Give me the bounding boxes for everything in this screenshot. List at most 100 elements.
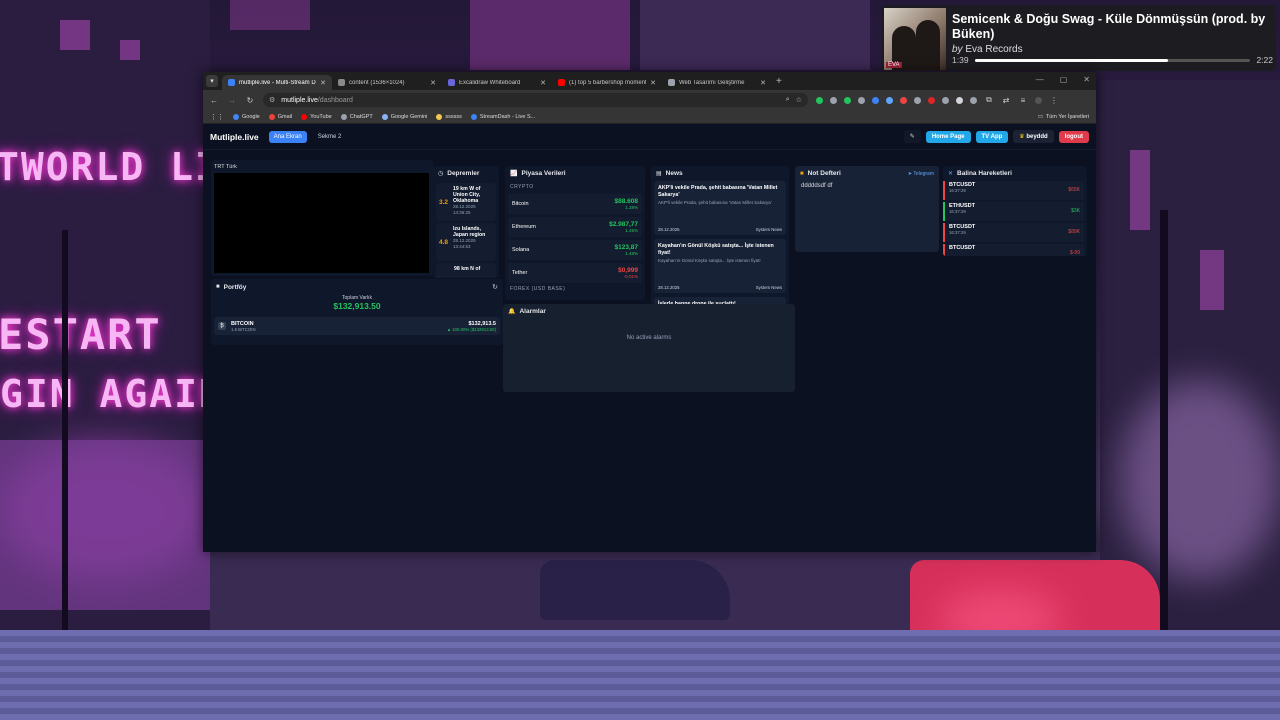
- edit-icon[interactable]: ✎: [903, 130, 921, 143]
- extensions-puzzle-icon[interactable]: ⧉: [984, 95, 994, 105]
- track-progress-bar[interactable]: [974, 58, 1251, 62]
- close-tab-icon[interactable]: ✕: [650, 79, 656, 87]
- tab-search-button[interactable]: ▾: [206, 75, 218, 87]
- home-page-button[interactable]: Home Page: [925, 130, 971, 143]
- address-bar[interactable]: ⚙ mutliple.live/dashboard ⌕ ☆: [263, 93, 808, 107]
- browser-tab[interactable]: (1) top 5 barbershop momente ✕: [552, 75, 662, 90]
- whale-row[interactable]: BTCUSDT 16:37:29 $89K: [943, 223, 1084, 242]
- album-art: EVA: [884, 8, 946, 70]
- forward-icon[interactable]: →: [227, 96, 237, 105]
- tv-panel: TRT Türk: [211, 160, 433, 276]
- bookmark-label: ssssss: [445, 113, 462, 120]
- market-row[interactable]: Solana $123,87 1.48%: [508, 240, 642, 260]
- reading-list-icon[interactable]: ≡: [1018, 96, 1028, 105]
- tab-label: content (1536×1024): [349, 79, 405, 86]
- back-icon[interactable]: ←: [209, 96, 219, 105]
- asset-name: Bitcoin: [512, 201, 529, 207]
- asset-change: 1.48%: [625, 251, 638, 256]
- extension-icon[interactable]: [914, 96, 921, 104]
- zoom-icon[interactable]: ⌕: [786, 96, 790, 104]
- bookmark-item[interactable]: Google Gemini: [381, 113, 427, 120]
- tv-channel-label: TRT Türk: [214, 164, 237, 170]
- panel-title: Balina Hareketleri: [957, 170, 1012, 177]
- portfolio-row[interactable]: ₿ BITCOIN 1.5 BITCOIN $132,913.5 ▲ 100.00% (…: [214, 317, 500, 335]
- tab-label: Web Tasarımı Geliştirme: [679, 79, 745, 86]
- browser-tab[interactable]: mutliple.live - Multi-Stream Da ✕: [222, 75, 332, 90]
- browser-tab[interactable]: Excalidraw Whiteboard ✕: [442, 75, 552, 90]
- bookmark-item[interactable]: ChatGPT: [340, 113, 373, 120]
- tab-sekme-2[interactable]: Sekme 2: [313, 131, 347, 143]
- extension-icon[interactable]: [928, 96, 935, 104]
- refresh-icon[interactable]: ↻: [492, 283, 498, 291]
- bookmark-favicon-icon: [436, 113, 443, 120]
- notes-textarea[interactable]: dddddsdf df: [795, 181, 939, 191]
- whale-symbol: BTCUSDT: [949, 245, 976, 251]
- extension-icon[interactable]: [900, 96, 907, 104]
- track-artist: by Eva Records: [952, 44, 1023, 55]
- bookmark-item[interactable]: StreamDash - Live S...: [470, 113, 535, 120]
- new-tab-button[interactable]: +: [772, 76, 786, 90]
- site-info-icon[interactable]: ⚙: [269, 96, 275, 104]
- profile-avatar[interactable]: [1035, 96, 1042, 104]
- minimize-icon[interactable]: —: [1036, 75, 1044, 84]
- browser-tab[interactable]: content (1536×1024) ✕: [332, 75, 442, 90]
- extension-icon[interactable]: [956, 96, 963, 104]
- close-tab-icon[interactable]: ✕: [760, 79, 766, 87]
- market-row[interactable]: Ethereum $2.987,77 1.45%: [508, 217, 642, 237]
- close-tab-icon[interactable]: ✕: [430, 79, 436, 87]
- chart-icon: 📈: [510, 171, 518, 177]
- reload-icon[interactable]: ↻: [245, 96, 255, 105]
- all-bookmarks-folder[interactable]: ▭ Tüm Yer İşaretleri: [1038, 114, 1089, 120]
- whale-row[interactable]: BTCUSDT $-99: [943, 244, 1084, 256]
- extension-icon[interactable]: [942, 96, 949, 104]
- panel-title: News: [665, 170, 683, 177]
- tab-ana-ekran[interactable]: Ana Ekran: [268, 130, 307, 143]
- tab-favicon-icon: [448, 79, 455, 86]
- asset-change: 1.28%: [625, 205, 638, 210]
- tab-strip: ▾ mutliple.live - Multi-Stream Da ✕ conten…: [203, 72, 1096, 90]
- browser-menu-icon[interactable]: ⋮: [1049, 96, 1059, 105]
- whale-row[interactable]: ETHUSDT 16:37:29 $3K: [943, 202, 1084, 221]
- extension-icon[interactable]: [970, 96, 977, 104]
- extension-icon[interactable]: [830, 96, 837, 104]
- bookmark-item[interactable]: YouTube: [301, 113, 332, 120]
- extension-icon[interactable]: [886, 96, 893, 104]
- close-window-icon[interactable]: ✕: [1083, 75, 1090, 84]
- close-tab-icon[interactable]: ✕: [320, 79, 326, 87]
- tv-player[interactable]: [214, 173, 429, 273]
- close-tab-icon[interactable]: ✕: [540, 79, 546, 87]
- translate-icon[interactable]: ⇄: [1001, 96, 1011, 105]
- whale-time: 16:37:29: [949, 209, 966, 214]
- app-logo[interactable]: Mutliple.live: [210, 132, 259, 142]
- bookmarks-bar: ⋮⋮ Google Gmail YouTube ChatGPT Google Gemin…: [203, 110, 1096, 124]
- bookmark-item[interactable]: Google: [233, 113, 260, 120]
- news-item[interactable]: AKP'li vekile Prada, şehit babasına 'Vat…: [654, 181, 786, 235]
- asset-change: 1.45%: [625, 228, 638, 233]
- extension-icon[interactable]: [858, 96, 865, 104]
- bookmark-item[interactable]: Gmail: [268, 113, 292, 120]
- user-button[interactable]: ♛ beyddd: [1013, 130, 1054, 143]
- elapsed-time: 1:39: [952, 55, 969, 65]
- logout-button[interactable]: logout: [1058, 130, 1089, 143]
- browser-tab[interactable]: Web Tasarımı Geliştirme ✕: [662, 75, 772, 90]
- holding-quantity: 1.5 BITCOIN: [231, 326, 256, 332]
- market-row[interactable]: Tether $0,999 -0.01%: [508, 263, 642, 283]
- extension-icon[interactable]: [816, 96, 823, 104]
- earthquake-item[interactable]: 98 km N of: [436, 263, 496, 278]
- telegram-link[interactable]: ➤ Telegram: [908, 171, 934, 177]
- extension-icon[interactable]: [872, 96, 879, 104]
- track-title: Semicenk & Doğu Swag - Küle Dönmüşsün (p…: [952, 12, 1266, 41]
- market-row[interactable]: Bitcoin $88.608 1.28%: [508, 194, 642, 214]
- bookmark-star-icon[interactable]: ☆: [796, 96, 802, 104]
- market-panel: 📈 Piyasa Verileri CRYPTO Bitcoin $88.608 1.…: [505, 166, 645, 300]
- apps-grid-icon[interactable]: ⋮⋮: [210, 113, 224, 121]
- extension-icon[interactable]: [844, 96, 851, 104]
- whale-row[interactable]: BTCUSDT 16:37:29 $65K: [943, 181, 1084, 200]
- panel-title: Depremler: [447, 170, 480, 177]
- earthquake-item[interactable]: 3.2 19 km W of Union City, Oklahoma 28.12.…: [436, 183, 496, 221]
- earthquake-item[interactable]: 4.8 Izu Islands, Japan region 28.12.2025 13…: [436, 223, 496, 261]
- maximize-icon[interactable]: ▢: [1060, 75, 1068, 84]
- tv-app-button[interactable]: TV App: [975, 130, 1009, 143]
- bookmark-item[interactable]: ssssss: [436, 113, 462, 120]
- news-item[interactable]: Kayahan'ın Gönül Köşkü satışta... İşte i…: [654, 239, 786, 293]
